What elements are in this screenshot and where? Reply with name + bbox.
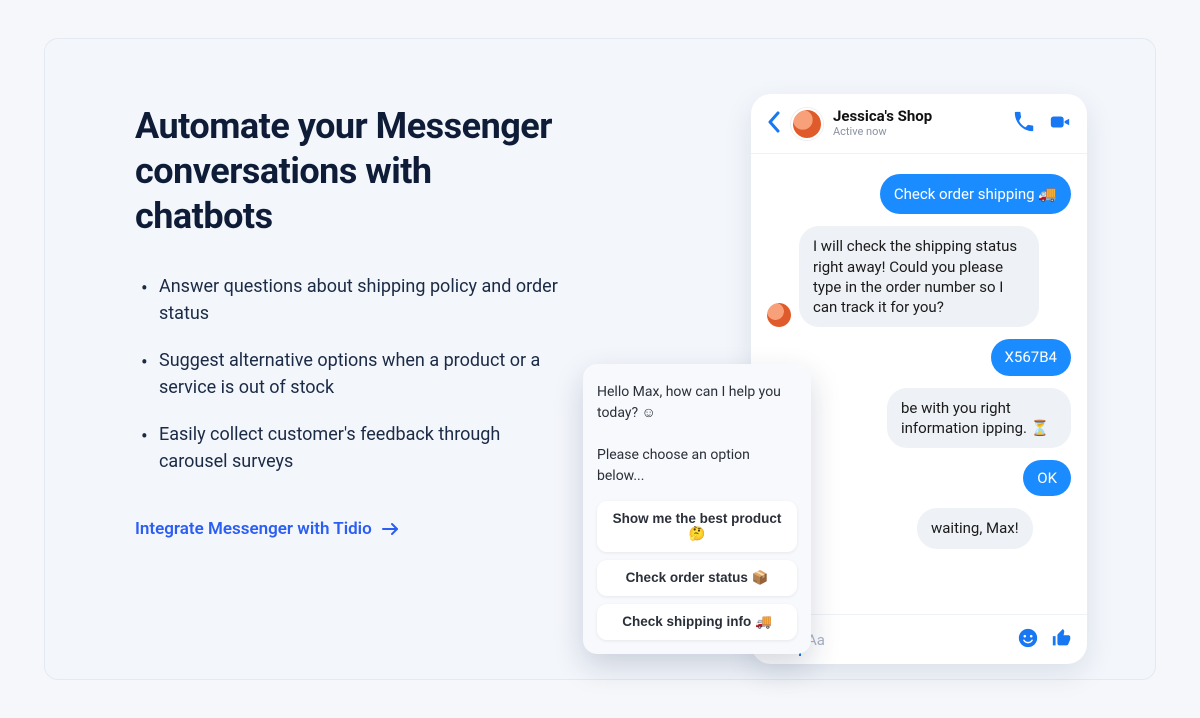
bullet-item: Answer questions about shipping policy a… [135,273,565,327]
message-input[interactable]: Aa [799,624,1005,656]
chatbot-prompt: Hello Max, how can I help you today? ☺ P… [597,382,797,487]
avatar [767,303,791,327]
headline: Automate your Messenger conversations wi… [135,104,565,239]
integrate-link-label: Integrate Messenger with Tidio [135,519,372,539]
feature-card: Automate your Messenger conversations wi… [44,38,1156,680]
bullet-item: Suggest alternative options when a produ… [135,347,565,401]
shop-name: Jessica's Shop [833,109,932,125]
illustration: Jessica's Shop Active now Check order sh… [565,94,1105,679]
chat-header: Jessica's Shop Active now [751,94,1087,154]
shop-info: Jessica's Shop Active now [833,109,932,138]
text-column: Automate your Messenger conversations wi… [135,94,565,679]
thumbs-up-icon[interactable] [1051,627,1073,653]
user-message: OK [1023,460,1071,496]
avatar[interactable] [791,108,823,140]
option-best-product[interactable]: Show me the best product 🤔 [597,501,797,552]
bullet-list: Answer questions about shipping policy a… [135,273,565,475]
chatbot-line2: Please choose an option below... [597,447,750,484]
bullet-item: Easily collect customer's feedback throu… [135,421,565,475]
chatbot-options-card: Hello Max, how can I help you today? ☺ P… [583,364,811,654]
bot-message: waiting, Max! [917,508,1033,548]
emoji-icon[interactable] [1017,627,1039,653]
chatbot-line1: Hello Max, how can I help you today? ☺ [597,384,781,421]
active-status: Active now [833,125,932,138]
integrate-link[interactable]: Integrate Messenger with Tidio [135,519,400,539]
back-icon[interactable] [767,111,781,137]
video-icon[interactable] [1049,111,1071,137]
user-message: X567B4 [991,339,1071,375]
user-message: Check order shipping 🚚 [880,174,1071,214]
call-icon[interactable] [1013,111,1035,137]
arrow-right-icon [382,522,400,536]
bot-message: I will check the shipping status right a… [799,226,1039,327]
option-order-status[interactable]: Check order status 📦 [597,560,797,596]
bot-message: be with you right information ipping. ⏳ [887,388,1071,449]
option-shipping-info[interactable]: Check shipping info 🚚 [597,604,797,640]
